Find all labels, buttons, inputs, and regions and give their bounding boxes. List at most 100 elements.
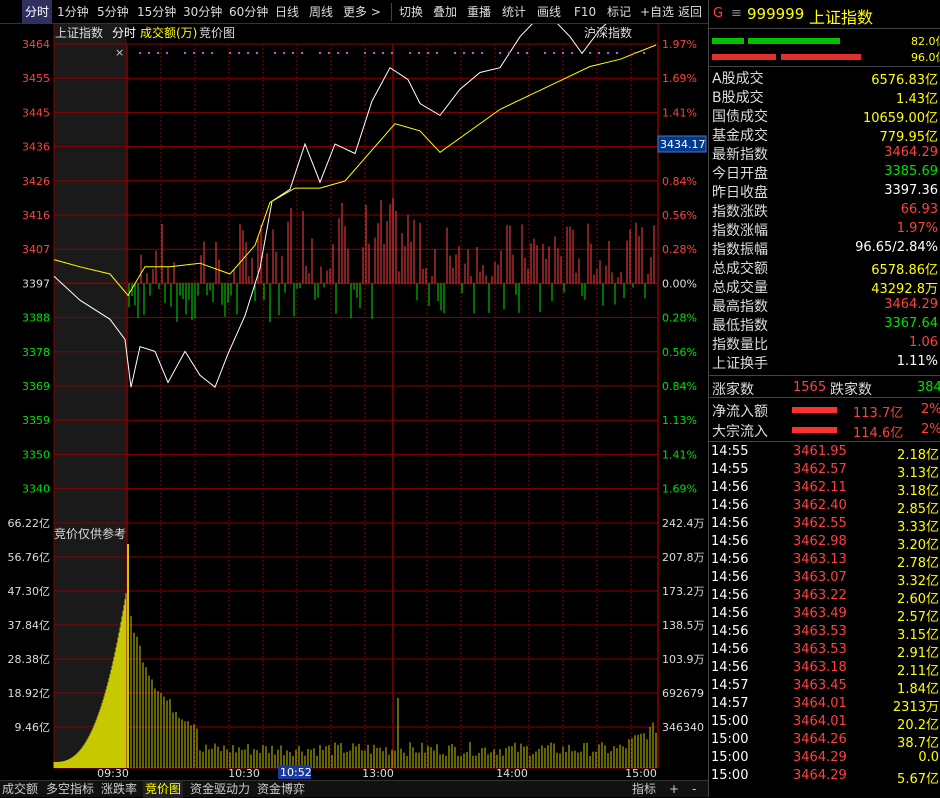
tick-price: 3464.01 [793,714,847,729]
add-watchlist-button[interactable]: +自选 [640,0,674,24]
tab-60min[interactable]: 60分钟 [229,0,268,24]
tick-row[interactable]: 14:56 3463.49 2.57亿 [711,606,939,625]
tick-row[interactable]: 14:56 3463.22 2.60亿 [711,588,939,607]
tab-long-short[interactable]: 多空指标 [44,781,96,798]
overlay-index-label[interactable]: 沪深指数 [584,25,632,40]
tick-row[interactable]: 14:55 3462.57 3.13亿 [711,462,939,481]
outflow-bar-main [781,54,861,60]
tick-price: 3463.18 [793,660,847,675]
tab-adv-dec[interactable]: 涨跌率 [99,781,139,798]
stat-label: 今日开盘 [712,166,768,182]
tick-row[interactable]: 14:56 3462.98 3.20亿 [711,534,939,553]
chart-canvas[interactable]: 3464 3455 3445 3436 3426 3416 3407 3397 3388 3378… [0,24,708,780]
stat-label: 总成交量 [712,280,768,296]
tick-volume: 2.60亿 [897,592,939,607]
switch-button[interactable]: 切换 [399,0,423,24]
tick-row[interactable]: 14:56 3463.18 2.11亿 [711,660,939,679]
tab-auction-chart[interactable]: 竞价图 [143,781,184,798]
indicator-tabs: 成交额 多空指标 涨跌率 竞价图 资金驱动力 资金博弈 指标 + - [0,780,708,798]
menu-icon[interactable]: ≡ [731,6,742,21]
stat-label: 指数涨跌 [712,204,768,220]
tab-1min[interactable]: 1分钟 [57,0,89,24]
g-icon[interactable]: G [713,6,723,21]
tick-time: 14:56 [711,534,749,549]
tick-price: 3463.53 [793,624,847,639]
f10-button[interactable]: F10 [574,0,596,24]
event-marker [364,52,366,54]
tab-more[interactable]: 更多 > [343,0,381,24]
tick-row[interactable]: 14:56 3462.11 3.18亿 [711,480,939,499]
tab-intraday[interactable]: 分时 [22,0,53,24]
tick-time: 14:57 [711,696,749,711]
price-tick-label: 3455 [22,72,50,85]
net-inflow-bar [792,407,837,413]
series-label: 成交额(万) [140,25,197,40]
event-marker [391,52,393,54]
event-marker [508,52,510,54]
tick-row[interactable]: 15:00 3464.01 20.2亿 [711,714,939,733]
back-button[interactable]: 返回 [678,0,702,24]
tick-row[interactable]: 14:56 3463.53 3.15亿 [711,624,939,643]
tick-volume: 3.32亿 [897,574,939,589]
tick-row[interactable]: 15:00 3464.29 5.67亿 [711,768,939,787]
overlay-button[interactable]: 叠加 [433,0,457,24]
tick-row[interactable]: 14:55 3461.95 2.18亿 [711,444,939,463]
tick-volume: 3.33亿 [897,520,939,535]
tick-row[interactable]: 14:57 3463.45 1.84亿 [711,678,939,697]
stat-value: 1.43亿 [896,92,938,107]
tick-price: 3464.29 [793,750,847,765]
close-icon[interactable]: × [115,46,124,59]
up-count-label: 涨家数 [712,382,754,398]
tick-row[interactable]: 14:56 3463.07 3.32亿 [711,570,939,589]
mark-button[interactable]: 标记 [607,0,631,24]
tick-row[interactable]: 15:00 3464.26 38.7亿 [711,732,939,751]
tick-row[interactable]: 15:00 3464.29 0.0 [711,750,939,768]
stat-value: 779.95亿 [879,130,939,145]
price-tick-label: 3359 [22,414,50,427]
tick-price: 3464.01 [793,696,847,711]
tab-capital-game[interactable]: 资金博弈 [255,781,307,798]
tick-row[interactable]: 14:56 3462.40 2.85亿 [711,498,939,517]
tick-time: 14:56 [711,642,749,657]
tick-volume: 2.18亿 [897,448,939,463]
indicator-button[interactable]: 指标 [630,781,658,798]
tick-row[interactable]: 14:56 3463.13 2.78亿 [711,552,939,571]
stats-button[interactable]: 统计 [502,0,526,24]
tab-15min[interactable]: 15分钟 [137,0,176,24]
tick-row[interactable]: 14:56 3462.55 3.33亿 [711,516,939,535]
tab-daily[interactable]: 日线 [275,0,299,24]
tab-5min[interactable]: 5分钟 [97,0,129,24]
intraday-chart[interactable]: 3464 3455 3445 3436 3426 3416 3407 3397 3388 3378… [0,24,708,780]
event-marker [256,52,258,54]
tick-time: 14:56 [711,660,749,675]
event-marker [427,52,429,54]
tick-time: 15:00 [711,750,749,765]
header-divider [709,28,940,29]
zoom-out-button[interactable]: - [690,781,698,798]
average-line [53,44,657,297]
stat-label: 指数量比 [712,337,768,353]
tick-time: 14:55 [711,462,749,477]
tab-30min[interactable]: 30分钟 [183,0,222,24]
event-marker [553,52,555,54]
zoom-in-button[interactable]: + [667,781,681,798]
tick-row[interactable]: 14:56 3463.53 2.91亿 [711,642,939,661]
stat-value: 6576.83亿 [871,73,938,88]
tab-turnover[interactable]: 成交额 [0,781,40,798]
outflow-bar-value: 96.0亿 [911,51,940,64]
draw-button[interactable]: 画线 [537,0,561,24]
event-marker [283,52,285,54]
tick-row[interactable]: 14:57 3464.01 2313万 [711,696,939,715]
tick-time: 14:56 [711,606,749,621]
replay-button[interactable]: 重播 [467,0,491,24]
tick-volume: 2.85亿 [897,502,939,517]
volume-tick-label: 346340 [662,721,704,734]
auction-label[interactable]: 竞价图 [199,26,235,40]
event-marker [193,52,195,54]
tab-weekly[interactable]: 周线 [309,0,333,24]
price-tick-label: 3369 [22,380,50,393]
net-inflow-value: 113.7亿 [853,406,904,421]
tick-time: 14:56 [711,588,749,603]
event-marker [607,52,609,54]
tab-capital-drive[interactable]: 资金驱动力 [188,781,252,798]
